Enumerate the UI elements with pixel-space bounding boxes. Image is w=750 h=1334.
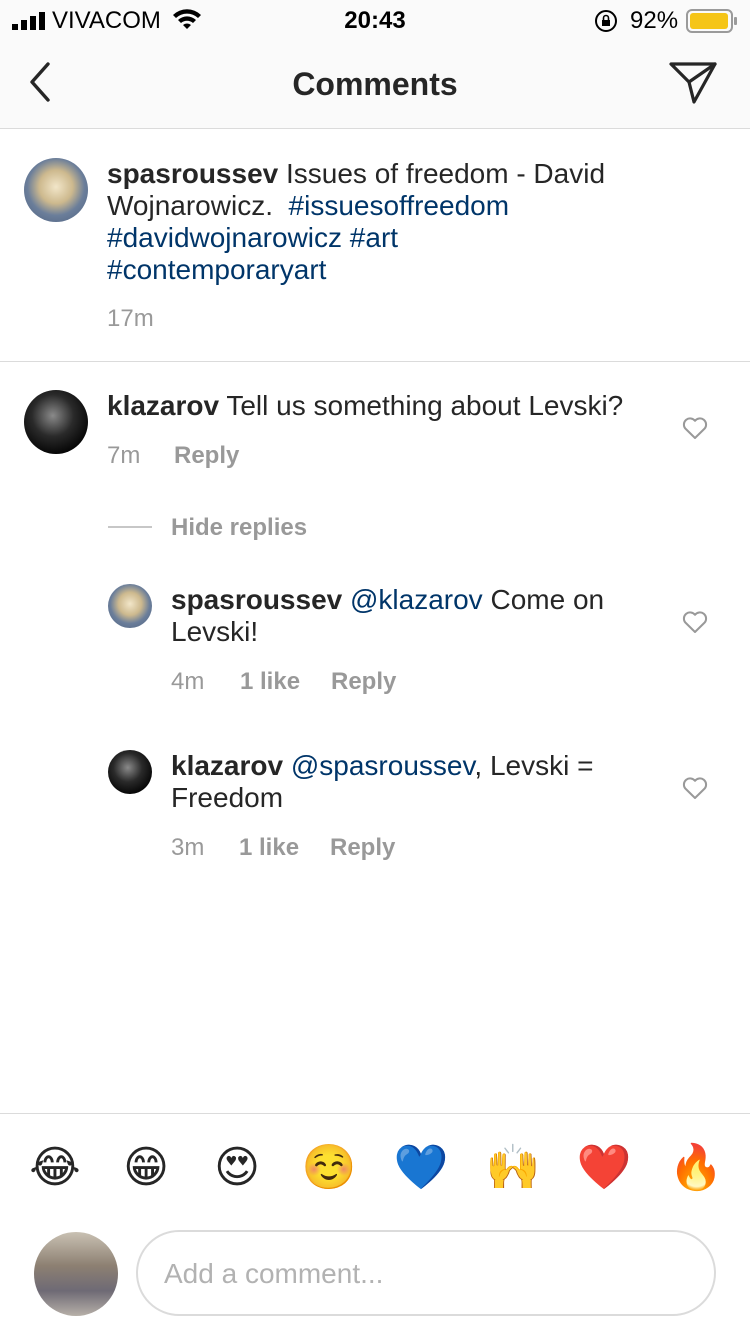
hide-replies-label[interactable]: Hide replies [171,514,307,541]
likes-count[interactable]: 1 like [239,834,299,862]
emoji-tears-of-joy[interactable]: 😂 [27,1142,83,1194]
emoji-grinning[interactable]: 😁 [118,1142,174,1194]
reply-button[interactable]: Reply [330,834,395,862]
comment-text: klazarov Tell us something about Levski? [107,390,667,422]
reply-text: spasroussev @klazarov Come on Levski! [171,584,631,648]
hashtag-link[interactable]: #issuesoffreedom [289,190,510,221]
divider [0,1113,750,1114]
reply-text: klazarov @spasroussev, Levski = Freedom [171,750,611,814]
battery-icon [686,9,738,38]
emoji-red-heart[interactable]: ❤️ [576,1142,632,1194]
reply-timestamp: 4m [171,668,205,695]
status-bar: VIVACOM 20:43 92% [0,0,750,40]
divider [0,361,750,362]
orientation-lock-icon [594,9,618,38]
heart-icon[interactable] [682,776,708,805]
reply-label[interactable]: Reply [174,442,239,469]
comment-input-placeholder: Add a comment... [164,1258,384,1289]
hashtag-link[interactable]: #contemporaryart [107,254,326,285]
caption-timestamp: 17m [107,305,154,332]
reply-button[interactable]: Reply [174,442,239,470]
hide-replies-button[interactable]: Hide replies [171,514,307,542]
comment-username[interactable]: klazarov [107,390,219,421]
comment-input[interactable]: Add a comment... [136,1230,716,1316]
hashtag-link[interactable]: #art [350,222,398,253]
comment-body: Tell us something about Levski? [226,390,624,421]
avatar[interactable] [108,584,152,628]
reply-label[interactable]: Reply [330,834,395,861]
mention-link[interactable]: @klazarov [350,584,483,615]
heart-icon[interactable] [682,416,708,445]
hashtag-link[interactable]: #davidwojnarowicz [107,222,342,253]
page-title: Comments [292,66,458,102]
reply-timestamp: 3m [171,834,205,861]
avatar[interactable] [24,158,88,222]
likes-label[interactable]: 1 like [240,668,300,695]
reply-username[interactable]: spasroussev [171,584,342,615]
comment-timestamp: 7m [107,442,141,469]
mention-link[interactable]: @spasroussev [291,750,475,781]
hide-replies-line [108,526,152,528]
reply-username[interactable]: klazarov [171,750,283,781]
emoji-raising-hands[interactable]: 🙌 [485,1142,541,1194]
heart-icon[interactable] [682,610,708,639]
caption-text: spasroussev Issues of freedom - David Wo… [107,158,727,286]
likes-label[interactable]: 1 like [239,834,299,861]
emoji-heart-eyes[interactable]: 😍 [209,1142,265,1194]
emoji-smiling[interactable]: ☺️ [301,1142,357,1194]
emoji-fire[interactable]: 🔥 [668,1142,724,1194]
navigation-bar: Comments [0,40,750,129]
direct-message-icon[interactable] [668,60,718,111]
current-user-avatar [34,1232,118,1316]
avatar[interactable] [108,750,152,794]
reply-label[interactable]: Reply [331,668,396,695]
emoji-blue-heart[interactable]: 💙 [393,1142,449,1194]
reply-button[interactable]: Reply [331,668,396,696]
caption-username[interactable]: spasroussev [107,158,278,189]
avatar[interactable] [24,390,88,454]
battery-percent: 92% [630,7,679,34]
likes-count[interactable]: 1 like [240,668,300,696]
